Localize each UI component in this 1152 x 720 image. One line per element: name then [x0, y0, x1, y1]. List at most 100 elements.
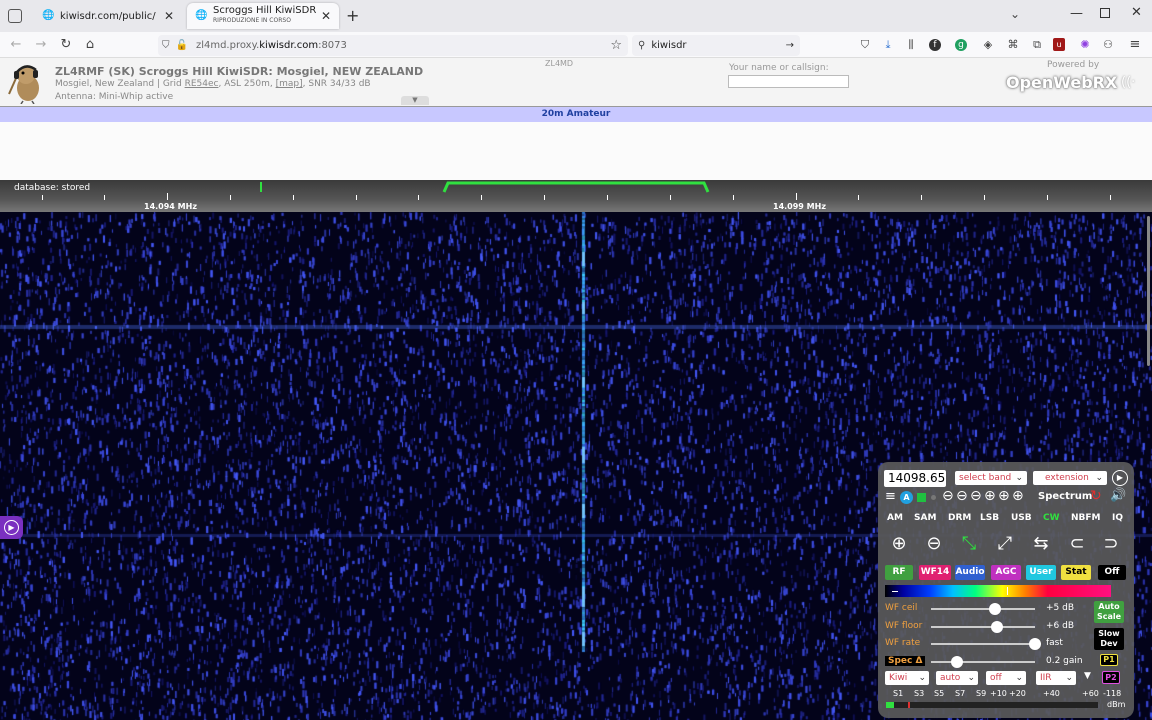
- waterfall-scrollbar[interactable]: [1147, 216, 1150, 366]
- bookmark-star-icon[interactable]: ☆: [610, 38, 622, 53]
- play-side-icon[interactable]: ▶: [0, 516, 23, 539]
- slider-track[interactable]: [931, 661, 1035, 663]
- tab-list-icon[interactable]: [8, 9, 22, 23]
- mode-button-lsb[interactable]: LSB: [980, 513, 999, 523]
- pocket-icon[interactable]: ⛉: [857, 37, 873, 53]
- dx-label-marker[interactable]: [260, 182, 262, 192]
- slider-track[interactable]: [931, 643, 1035, 645]
- mode-button-iq[interactable]: IQ: [1112, 513, 1123, 523]
- dropdown-auto[interactable]: auto ⌄: [936, 671, 978, 685]
- page-left-icon[interactable]: ⊂: [1064, 531, 1090, 557]
- tab-off[interactable]: Off: [1098, 565, 1126, 580]
- extension-diamond-icon[interactable]: ◈: [980, 37, 996, 53]
- zoom-in-icon[interactable]: ⊕: [886, 531, 912, 557]
- tab-agc[interactable]: AGC: [991, 565, 1021, 580]
- extension-dark-icon[interactable]: f: [929, 39, 941, 51]
- slider-track[interactable]: [931, 608, 1035, 610]
- close-window-button[interactable]: ✕: [1131, 5, 1142, 20]
- colormap-ceil-marker[interactable]: [1007, 587, 1008, 595]
- name-callsign-input[interactable]: [728, 75, 849, 88]
- zoom-out-icon[interactable]: ⊖: [921, 531, 947, 557]
- back-icon[interactable]: ←: [6, 35, 26, 55]
- speaker-icon[interactable]: 🔊: [1110, 488, 1126, 503]
- select-band-dropdown[interactable]: select band ⌄: [955, 471, 1027, 485]
- map-link[interactable]: [map]: [276, 79, 303, 89]
- slow-dev-button[interactable]: Slow Dev: [1094, 628, 1124, 650]
- maximize-button[interactable]: [1100, 8, 1110, 18]
- slider-knob[interactable]: [990, 621, 1003, 633]
- tab-audio[interactable]: Audio: [955, 565, 985, 580]
- close-icon[interactable]: ✕: [164, 9, 174, 23]
- zoom-in-max-icon[interactable]: ⊕: [1012, 488, 1024, 504]
- new-tab-button[interactable]: +: [346, 6, 359, 25]
- tab-rf[interactable]: RF: [885, 565, 913, 580]
- tab-scroggs-hill[interactable]: 🌐 Scroggs Hill KiwiSDR RIPRODUZIONE IN C…: [187, 3, 339, 29]
- zoom-out-max-icon[interactable]: ⊖: [942, 488, 954, 504]
- frequency-input[interactable]: 14098.65: [884, 470, 946, 487]
- mode-button-am[interactable]: AM: [887, 513, 903, 523]
- extensions-icon[interactable]: ⚇: [1100, 37, 1116, 53]
- dropdown-iir[interactable]: IIR ⌄: [1036, 671, 1076, 685]
- mode-button-sam[interactable]: SAM: [914, 513, 936, 523]
- zoom-out-1-icon[interactable]: ⊖: [970, 488, 982, 504]
- antenna-a-icon[interactable]: A: [900, 491, 913, 504]
- insecure-lock-icon[interactable]: 🔓: [176, 40, 188, 51]
- shield-icon[interactable]: ⛉: [162, 40, 170, 51]
- extension-purple-icon[interactable]: ✺: [1077, 37, 1093, 53]
- extension-green-icon[interactable]: g: [955, 39, 967, 51]
- frequency-scale[interactable]: database: stored 14.094 MHz 14.099 MHz: [0, 180, 1152, 212]
- menu-icon[interactable]: ≡: [885, 489, 896, 504]
- colormap-floor-marker[interactable]: [892, 591, 898, 592]
- tab-user[interactable]: User: [1026, 565, 1056, 580]
- reload-icon[interactable]: ↻: [56, 35, 76, 55]
- band-bar[interactable]: 20m Amateur: [0, 106, 1152, 122]
- zoom-in-1-icon[interactable]: ⊕: [984, 488, 996, 504]
- page-right-icon[interactable]: ⊃: [1098, 531, 1124, 557]
- zoom-to-band-icon[interactable]: ⤡: [956, 531, 982, 557]
- preset-p2-button[interactable]: P2: [1102, 671, 1120, 684]
- extension-puzzle-piece-icon[interactable]: ⧉: [1029, 37, 1045, 53]
- home-icon[interactable]: ⌂: [80, 35, 100, 55]
- download-icon[interactable]: ⤓: [880, 37, 896, 53]
- slider-knob[interactable]: [1029, 638, 1041, 650]
- mode-button-nbfm[interactable]: NBFM: [1071, 513, 1101, 523]
- mode-button-cw[interactable]: CW: [1043, 513, 1060, 523]
- extension-dropdown[interactable]: extension ⌄: [1033, 471, 1107, 485]
- slider-track[interactable]: [931, 626, 1035, 628]
- refresh-icon[interactable]: ↻: [1090, 488, 1102, 504]
- zoom-out-10-icon[interactable]: ⊖: [956, 488, 968, 504]
- passband-indicator[interactable]: [440, 180, 712, 194]
- spectrum-label[interactable]: Spectrum: [1038, 491, 1092, 502]
- tab-wf14[interactable]: WF14: [919, 565, 951, 580]
- forward-icon[interactable]: →: [31, 35, 51, 55]
- tab-kiwisdr-public[interactable]: 🌐 kiwisdr.com/public/ ✕: [34, 3, 182, 29]
- green-square-icon[interactable]: [917, 493, 926, 502]
- auto-scale-button[interactable]: Auto Scale: [1094, 601, 1124, 623]
- preset-p1-button[interactable]: P1: [1100, 654, 1118, 666]
- mode-button-drm[interactable]: DRM: [948, 513, 971, 523]
- url-bar[interactable]: ⛉ 🔓 zl4md.proxy. kiwisdr.com :8073 ☆: [158, 35, 628, 56]
- band-label[interactable]: 20m Amateur: [542, 109, 611, 119]
- extension-translate-icon[interactable]: ⌘: [1005, 37, 1021, 53]
- search-go-arrow-icon[interactable]: →: [786, 40, 794, 51]
- minimize-button[interactable]: —: [1070, 6, 1083, 21]
- spectrum-area[interactable]: [0, 122, 1152, 180]
- play-circle-icon[interactable]: ▶: [1112, 470, 1128, 486]
- grid-link[interactable]: RE54ec: [185, 79, 219, 89]
- triangle-down-icon[interactable]: ▼: [1084, 671, 1091, 681]
- library-icon[interactable]: ⫼: [903, 37, 919, 53]
- tab-stat[interactable]: Stat: [1061, 565, 1091, 580]
- slider-knob[interactable]: [951, 656, 963, 668]
- close-icon[interactable]: ✕: [321, 9, 331, 23]
- slider-knob[interactable]: [989, 603, 1002, 615]
- dropdown-kiwi[interactable]: Kiwi ⌄: [885, 671, 929, 685]
- dropdown-off[interactable]: off ⌄: [986, 671, 1026, 685]
- zoom-in-10-icon[interactable]: ⊕: [998, 488, 1010, 504]
- search-bar[interactable]: ⚲ kiwisdr →: [632, 35, 800, 56]
- swap-arrows-icon[interactable]: ⇆: [1028, 531, 1054, 557]
- menu-hamburger-icon[interactable]: ≡: [1127, 37, 1143, 53]
- mode-button-usb[interactable]: USB: [1011, 513, 1032, 523]
- tab-overflow-chevron-icon[interactable]: ⌄: [1010, 7, 1020, 21]
- ublock-icon[interactable]: u: [1053, 38, 1065, 51]
- zoom-max-out-icon[interactable]: ⤢: [992, 531, 1018, 557]
